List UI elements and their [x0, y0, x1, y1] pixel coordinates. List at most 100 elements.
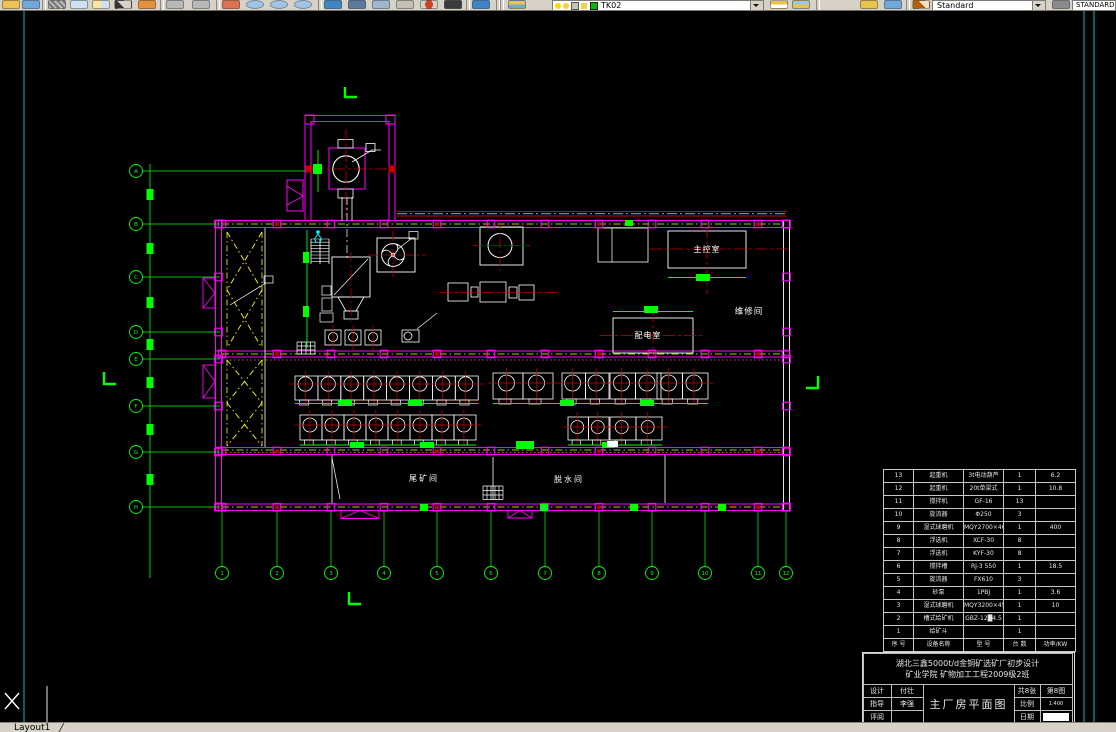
- layout-tab[interactable]: Layout1: [14, 723, 65, 732]
- text-style-icon[interactable]: [912, 0, 930, 9]
- design-name: 付壮: [890, 683, 924, 698]
- equipment-table-row: 11 搅拌机 GF-16 13: [883, 495, 1076, 509]
- layer-dropdown[interactable]: TK02: [552, 0, 764, 11]
- pan-icon[interactable]: [222, 0, 240, 9]
- project-line1: 湖北三鑫5000t/d金铜矿选矿厂初步设计: [895, 658, 1040, 668]
- copy-icon[interactable]: [70, 0, 88, 9]
- equipment-table-cell: 400: [1035, 521, 1076, 535]
- crane-rails: [397, 211, 786, 217]
- building-walls: [215, 220, 790, 511]
- markup-icon[interactable]: [396, 0, 414, 9]
- hall-rooms: 主控室 配电室 维修间: [600, 226, 788, 361]
- axis-bubble-label: G: [134, 450, 138, 456]
- axis-bubble-label: 3: [329, 571, 333, 577]
- make-layer-current-icon[interactable]: [770, 0, 788, 9]
- equipment-table-cell: 起重机: [913, 482, 964, 496]
- toolbar-separator: [466, 0, 470, 10]
- equipment-table-row: 12 起重机 20t单梁式 1 10.8: [883, 482, 1076, 496]
- zoom-realtime-icon[interactable]: [246, 0, 264, 9]
- toolbar-separator: [42, 0, 46, 10]
- help-icon[interactable]: [472, 0, 490, 9]
- block-editor-icon[interactable]: [420, 0, 438, 9]
- layer-dropdown-arrow[interactable]: [750, 1, 763, 10]
- equipment-table-cell: 搅拌机: [913, 495, 964, 509]
- dewatering-room-label: 脱水间: [554, 474, 584, 484]
- equipment-table-cell: 13: [1003, 495, 1036, 509]
- new-file-icon[interactable]: [2, 0, 20, 9]
- zoom-previous-icon[interactable]: [294, 0, 312, 9]
- equipment-table-cell: [1035, 573, 1076, 587]
- dim-style-dropdown[interactable]: STANDARD: [1072, 0, 1116, 11]
- bottom-rooms: 尾矿间 脱水间: [331, 455, 666, 519]
- equipment-table-cell: MQY2700×4000: [963, 521, 1004, 535]
- zoom-window-icon[interactable]: [270, 0, 288, 9]
- equipment-table-cell: RJ-3 550: [963, 560, 1004, 574]
- cut-icon[interactable]: [48, 0, 66, 9]
- equipment-table-cell: MQY3200×4500: [963, 599, 1004, 613]
- match-properties-icon[interactable]: [114, 0, 132, 9]
- hall-equipment: [229, 220, 649, 355]
- slurry-pump: [401, 312, 438, 343]
- project-line2: 矿业学院 矿物加工工程2009级2班: [905, 669, 1030, 679]
- equipment-table-cell: [1035, 534, 1076, 548]
- equipment-table-cell: 3: [1003, 573, 1036, 587]
- door-symbol: [340, 509, 533, 519]
- equipment-table-row: 9湿式球磨机MQY2700×40001400: [883, 521, 1076, 535]
- equipment-table-row: 8 浮选机 XCF-30 8: [883, 534, 1076, 548]
- paste-icon[interactable]: [92, 0, 110, 9]
- redo-icon[interactable]: [192, 0, 210, 9]
- equipment-table-cell: GF-16: [963, 495, 1004, 509]
- axis-bubble-label: 9: [650, 571, 654, 577]
- blower-machine: [368, 231, 426, 279]
- scale-value: 1:400: [1039, 696, 1073, 711]
- equipment-table-row: 4 砂泵 1PBJ 1 3.6: [883, 586, 1076, 600]
- sheetset-icon[interactable]: [372, 0, 390, 9]
- equipment-table-cell: Φ250: [963, 508, 1004, 522]
- equipment-table-cell: 8: [883, 534, 914, 548]
- calculator-icon[interactable]: [444, 0, 462, 9]
- pump-row: [324, 325, 382, 350]
- cad-application-window: TK02 Standard STANDARD 主控室 配电室 维修间 尾矿间 脱…: [0, 0, 1116, 732]
- equipment-table-cell: 10.8: [1035, 482, 1076, 496]
- equipment-table-row: 1 给矿斗 1: [883, 625, 1076, 639]
- equipment-table-cell: [1035, 547, 1076, 561]
- layer-properties-icon[interactable]: [508, 0, 526, 9]
- axis-bubble-label: A: [134, 169, 138, 175]
- edit-icon[interactable]: [138, 0, 156, 9]
- sheets-count: 共8张: [1013, 683, 1041, 698]
- undo-icon[interactable]: [166, 0, 184, 9]
- equipment-table-cell: 砂泵: [913, 586, 964, 600]
- toolbar-separator: [816, 0, 820, 10]
- equipment-table-cell: 1: [1003, 560, 1036, 574]
- bottom-axis-grid: 1 2 3 4 5 6 7 8 9 10 11 12: [215, 511, 793, 580]
- layer-previous-icon[interactable]: [792, 0, 810, 9]
- layer-on-bulb-icon[interactable]: [555, 2, 561, 9]
- toolbar-separator: [160, 0, 164, 10]
- drawing-title: 主厂房平面图: [922, 683, 1015, 724]
- layer-plot-icon[interactable]: [581, 2, 587, 9]
- find-icon[interactable]: [324, 0, 342, 9]
- layer-lock-icon[interactable]: [571, 1, 579, 10]
- equipment-table-cell: 1: [1003, 586, 1036, 600]
- equipment-table-row: 7 浮选机 KYF-30 8: [883, 547, 1076, 561]
- text-style-dropdown[interactable]: Standard: [932, 0, 1046, 11]
- equipment-table-cell: 1: [1003, 469, 1036, 483]
- equipment-table-cell: 20t单梁式: [963, 482, 1004, 496]
- equipment-table-cell: 3.6: [1035, 586, 1076, 600]
- layer-walk-icon[interactable]: [884, 0, 902, 9]
- layer-freeze-sun-icon[interactable]: [563, 2, 569, 9]
- toolbar-separator: [906, 0, 910, 10]
- equipment-table-cell: 6.2: [1035, 469, 1076, 483]
- equipment-table-cell: 1: [1003, 482, 1036, 496]
- dim-style-icon[interactable]: [1052, 0, 1070, 9]
- palette-icon[interactable]: [348, 0, 366, 9]
- axis-bubble-label: D: [134, 330, 138, 336]
- date-box: [1043, 712, 1069, 721]
- text-style-dropdown-arrow[interactable]: [1032, 1, 1045, 10]
- layer-states-icon[interactable]: [860, 0, 878, 9]
- open-file-icon[interactable]: [22, 0, 40, 9]
- axis-bubble-label: E: [134, 357, 138, 363]
- equipment-table-cell: 11: [883, 495, 914, 509]
- equipment-table: 13 起重机 3t电动葫芦 1 6.2 12 起重机 20t单梁式 1 10.8 11 搅拌机 GF-1…: [883, 469, 1076, 652]
- axis-bubble-label: 5: [435, 571, 439, 577]
